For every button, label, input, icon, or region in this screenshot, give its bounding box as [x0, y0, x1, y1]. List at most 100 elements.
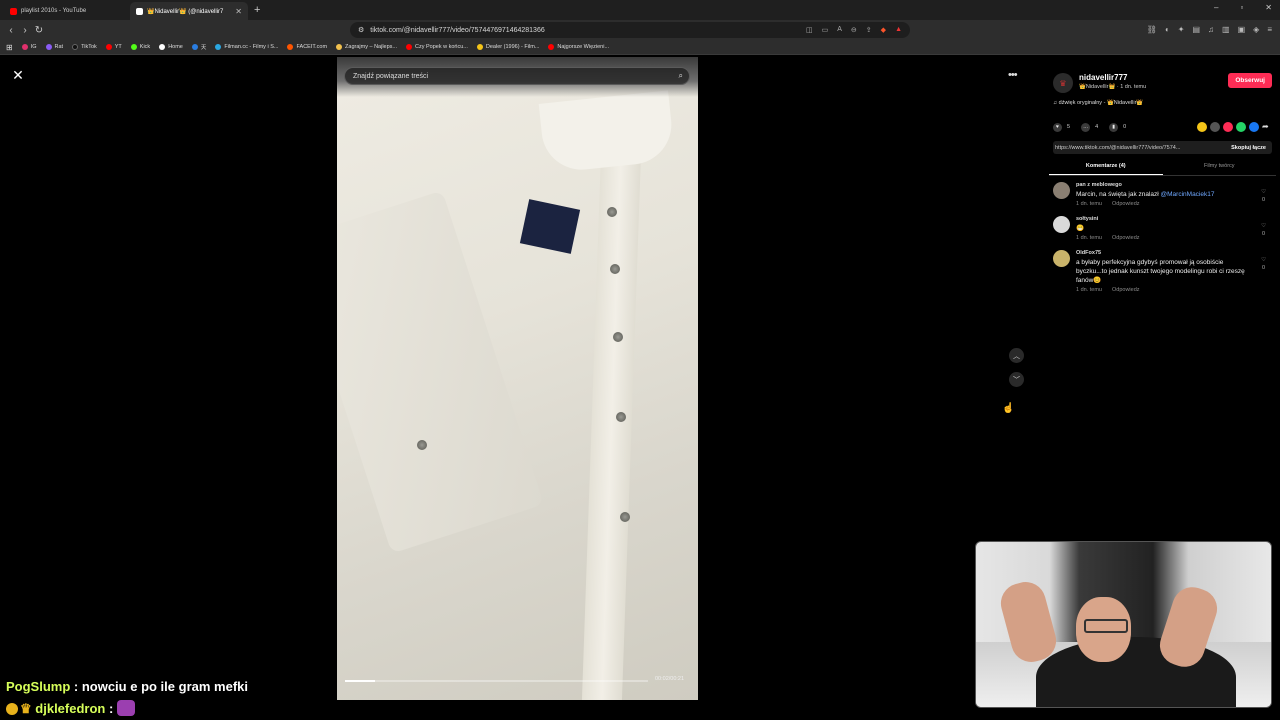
search-icon[interactable]: ⌕ — [679, 71, 683, 81]
whatsapp-icon[interactable] — [1236, 122, 1246, 132]
tab-creator-videos[interactable]: Filmy twórcy — [1163, 163, 1277, 175]
send-icon[interactable] — [1223, 122, 1233, 132]
site-info-icon[interactable]: ⚙ — [358, 26, 364, 34]
back-icon[interactable]: ‹ — [4, 25, 18, 36]
youtube-icon — [406, 44, 412, 50]
stream-chat-overlay: PogSlump : nowciu e po ile gram mefki ♛ … — [6, 676, 248, 720]
translate-icon[interactable]: A — [837, 26, 842, 34]
bookmark-label: Dealer (1996) - Film... — [485, 44, 540, 50]
bookmark-tiktok[interactable]: TikTok — [72, 44, 97, 50]
apps-icon[interactable]: ⊞ — [6, 43, 13, 52]
heart-outline-icon[interactable]: ♡ — [1261, 223, 1266, 229]
forward-icon[interactable]: › — [18, 25, 32, 36]
bookmark-kick[interactable]: Kick — [130, 44, 150, 50]
tab-comments[interactable]: Komentarze (4) — [1049, 163, 1163, 175]
embed-icon[interactable] — [1210, 122, 1220, 132]
crown-badge-icon: ♛ — [20, 701, 32, 716]
avatar[interactable] — [1053, 182, 1070, 199]
close-video-button[interactable]: ✕ — [10, 67, 26, 83]
minimize-button[interactable]: – — [1214, 3, 1218, 12]
heart-icon[interactable]: ♥ — [1053, 122, 1062, 132]
extension-icon[interactable]: ⛓ — [1147, 25, 1157, 34]
sidebar-icon[interactable]: ▤ — [1192, 25, 1200, 34]
video-progress-bar[interactable] — [345, 680, 648, 682]
comment-user[interactable]: pan z meblowego — [1076, 182, 1256, 188]
rewards-icon[interactable]: ▲ — [895, 26, 902, 34]
video-player[interactable]: Znajdź powiązane treści ⌕ 00:02/00:21 — [337, 57, 698, 700]
tab-tiktok[interactable]: 👑Nidavellir👑 (@nidavellir7 ✕ — [130, 2, 248, 20]
avatar[interactable] — [1053, 250, 1070, 267]
bookmark-faceit[interactable]: FACEIT.com — [287, 44, 327, 50]
vpn-icon[interactable]: ◈ — [1253, 25, 1259, 34]
video-frame-tag — [519, 199, 581, 254]
puzzle-icon[interactable]: ✦ — [1178, 25, 1185, 34]
comment-like[interactable]: ♡ 0 — [1261, 256, 1266, 272]
comment-text: a byłaby perfekcyjna gdybyś promował ją … — [1076, 259, 1245, 284]
media-icon[interactable]: ♫ — [1208, 25, 1214, 34]
zoom-icon[interactable]: ⊖ — [851, 26, 857, 34]
bookmark-filman[interactable]: Filman.cc - Filmy i S... — [215, 44, 278, 50]
restore-button[interactable]: ▫ — [1240, 3, 1243, 12]
youtube-icon — [548, 44, 555, 50]
repost-icon[interactable] — [1197, 122, 1207, 132]
share-icon[interactable]: ⇪ — [866, 26, 872, 34]
share-arrow-icon[interactable]: ➦ — [1262, 122, 1272, 132]
comment-icon[interactable]: … — [1081, 122, 1091, 132]
bookmark-tian[interactable]: 天 — [191, 43, 206, 51]
wallet-icon[interactable]: ▣ — [1238, 25, 1246, 34]
avatar[interactable]: ♛ — [1053, 73, 1073, 93]
comment-like[interactable]: ♡ 0 — [1261, 222, 1266, 238]
follow-button[interactable]: Obserwuj — [1228, 73, 1272, 88]
brave-shield-icon[interactable]: ◆ — [881, 26, 886, 34]
bookmark-popek[interactable]: Czy Popek w końcu... — [406, 44, 468, 50]
tab-youtube[interactable]: playlist 2010s - YouTube — [4, 2, 124, 20]
comment-like[interactable]: ♡ 0 — [1261, 188, 1266, 204]
webcam-overlay — [975, 541, 1272, 708]
reply-button[interactable]: Odpowiedz — [1112, 287, 1140, 293]
more-options-icon[interactable]: ••• — [1008, 69, 1018, 81]
previous-video-button[interactable]: ︿ — [1009, 348, 1024, 363]
bookmark-home[interactable]: Home — [159, 44, 183, 50]
reply-button[interactable]: Odpowiedz — [1112, 235, 1140, 241]
bookmark-label: TikTok — [81, 44, 97, 50]
facebook-icon[interactable] — [1249, 122, 1259, 132]
tab-title: playlist 2010s - YouTube — [21, 8, 87, 14]
cast-icon[interactable]: ▭ — [822, 26, 829, 34]
close-window-button[interactable]: ✕ — [1265, 3, 1272, 12]
video-frame-button — [620, 512, 630, 522]
comment-user[interactable]: OldFox75 — [1076, 250, 1256, 256]
video-frame-button — [613, 332, 623, 342]
video-link[interactable]: https://www.tiktok.com/@nidavellir777/vi… — [1055, 145, 1180, 151]
url-field[interactable]: ⚙ tiktok.com/@nidavellir777/video/757447… — [350, 22, 910, 38]
reply-button[interactable]: Odpowiedz — [1112, 201, 1140, 207]
bookmark-yt[interactable]: YT — [105, 44, 122, 50]
extension-icon[interactable]: ◐ — [1165, 25, 1170, 34]
comment-like-count: 0 — [1262, 197, 1266, 203]
copy-link-button[interactable]: Skopiuj łącze — [1231, 145, 1272, 151]
heart-outline-icon[interactable]: ♡ — [1261, 257, 1266, 263]
new-tab-button[interactable]: + — [254, 4, 260, 16]
faceit-icon — [287, 44, 294, 50]
comment-user[interactable]: sołtysini — [1076, 216, 1256, 222]
heart-outline-icon[interactable]: ♡ — [1261, 189, 1266, 195]
sound-label[interactable]: ♫ dźwięk oryginalny - 👑Nidavellir👑 — [1045, 93, 1280, 106]
bookmark-icon[interactable]: ▮ — [1109, 122, 1119, 132]
bookmark-ig[interactable]: IG — [21, 44, 37, 50]
video-frame-button — [616, 412, 626, 422]
close-tab-icon[interactable]: ✕ — [235, 7, 242, 16]
bookmark-dealer[interactable]: Dealer (1996) - Film... — [476, 44, 540, 50]
bookmark-rat[interactable]: Rat — [45, 44, 63, 50]
omnibox-actions: ◫ ▭ A ⊖ ⇪ ◆ ▲ — [806, 26, 910, 34]
creator-username[interactable]: nidavellir777 — [1079, 73, 1146, 82]
menu-icon[interactable]: ≡ — [1267, 25, 1272, 34]
comment-mention[interactable]: @MarcinMaciek17 — [1161, 191, 1215, 198]
bookmark-wiezienia[interactable]: Najgorsze Więzieni... — [548, 44, 609, 50]
avatar[interactable] — [1053, 216, 1070, 233]
bookmark-zagrajmy[interactable]: Zagrajmy – Najleps... — [336, 44, 397, 50]
next-video-button[interactable]: ﹀ — [1009, 372, 1024, 387]
related-search-input[interactable]: Znajdź powiązane treści ⌕ — [344, 67, 690, 85]
x-icon — [159, 44, 166, 50]
tracking-icon[interactable]: ◫ — [806, 26, 813, 34]
reload-icon[interactable]: ↻ — [32, 25, 46, 36]
panel-icon[interactable]: ▥ — [1222, 25, 1230, 34]
